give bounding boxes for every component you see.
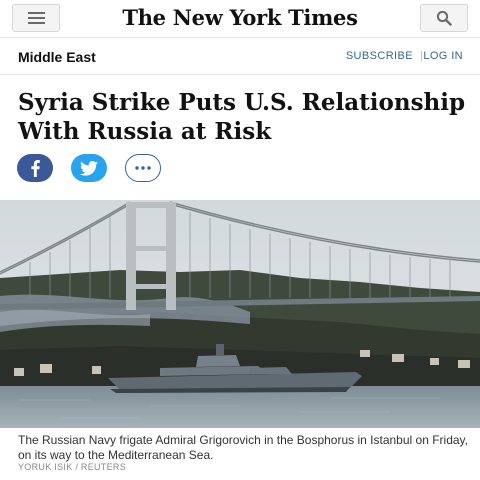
photo-credit: YORUK ISIK / REUTERS bbox=[18, 462, 127, 472]
login-link[interactable]: LOG IN bbox=[423, 50, 463, 62]
nyt-logo[interactable]: The New York Times bbox=[110, 5, 370, 30]
more-options-button[interactable] bbox=[125, 154, 161, 182]
article-photo bbox=[0, 200, 480, 428]
search-button[interactable] bbox=[420, 4, 468, 32]
photo-caption: The Russian Navy frigate Admiral Grigoro… bbox=[18, 433, 468, 462]
subscribe-link[interactable]: SUBSCRIBE bbox=[346, 50, 413, 62]
twitter-share-button[interactable] bbox=[71, 154, 107, 182]
top-navigation-bar: The New York Times bbox=[0, 0, 480, 38]
section-name[interactable]: Middle East bbox=[18, 49, 96, 65]
hamburger-menu-icon bbox=[27, 12, 45, 14]
facebook-share-button[interactable] bbox=[17, 154, 53, 182]
section-bar: Middle East SUBSCRIBE | LOG IN bbox=[0, 38, 480, 75]
twitter-icon bbox=[80, 160, 98, 176]
article-headline: Syria Strike Puts U.S. Relationship With… bbox=[18, 89, 466, 145]
facebook-icon bbox=[31, 160, 40, 177]
search-icon bbox=[436, 10, 452, 26]
bosphorus-bridge-frigate-photo bbox=[0, 200, 480, 428]
menu-button[interactable] bbox=[12, 4, 60, 32]
more-options-icon bbox=[135, 166, 151, 170]
